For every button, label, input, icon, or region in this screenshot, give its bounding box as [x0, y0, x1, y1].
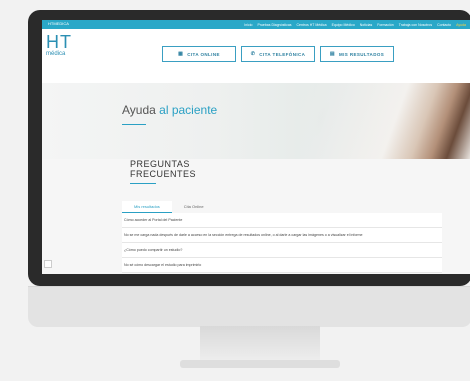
cita-telefonica-label: CITA TELEFÓNICA — [259, 51, 306, 57]
cita-online-button[interactable]: ▦ CITA ONLINE — [162, 46, 236, 62]
faq-underline — [130, 183, 156, 184]
nav-item-noticias[interactable]: Noticias — [360, 23, 372, 27]
faq-title: PREGUNTAS FRECUENTES — [130, 159, 197, 179]
hero-banner: Ayuda al paciente — [42, 83, 470, 159]
page-title: Ayuda al paciente — [122, 103, 218, 117]
faq-question[interactable]: Cómo acceder al Portal del Paciente — [122, 213, 442, 228]
monitor-stand — [200, 326, 320, 362]
hero-photo — [300, 83, 470, 159]
cita-online-label: CITA ONLINE — [187, 51, 220, 57]
monitor-chin — [28, 286, 470, 327]
faq-question-list: Cómo acceder al Portal del Paciente No s… — [122, 213, 442, 273]
quick-actions: ▦ CITA ONLINE ✆ CITA TELEFÓNICA ▤ MIS RE… — [162, 46, 394, 62]
faq-question[interactable]: ¿Cómo puedo compartir un estudio? — [122, 243, 442, 258]
faq-tabs: Mis resultados Cita Online — [122, 201, 216, 213]
phone-icon: ✆ — [250, 51, 256, 57]
nav-item-inicio[interactable]: Inicio — [244, 23, 252, 27]
faq-question[interactable]: No se me carga nada después de darle a a… — [122, 228, 442, 243]
cita-telefonica-button[interactable]: ✆ CITA TELEFÓNICA — [241, 46, 315, 62]
nav-item-pruebas[interactable]: Pruebas Diagnósticas — [257, 23, 291, 27]
monitor-stand-foot — [180, 360, 340, 368]
calendar-icon: ▦ — [178, 51, 184, 57]
nav-item-formacion[interactable]: Formación — [377, 23, 394, 27]
document-icon: ▤ — [329, 51, 335, 57]
nav-item-equipo[interactable]: Equipo Médico — [332, 23, 355, 27]
tab-mis-resultados[interactable]: Mis resultados — [122, 201, 172, 213]
top-navigation-bar: HTMEDICA Inicio Pruebas Diagnósticas Cen… — [42, 20, 470, 29]
site-header: HT médica ▦ CITA ONLINE ✆ CITA TELEFÓNIC… — [42, 29, 470, 83]
mis-resultados-button[interactable]: ▤ MIS RESULTADOS — [320, 46, 394, 62]
mis-resultados-label: MIS RESULTADOS — [338, 51, 385, 57]
logo-medica: médica — [46, 51, 66, 57]
top-nav: Inicio Pruebas Diagnósticas Centros HT M… — [244, 20, 466, 29]
title-underline — [122, 124, 146, 125]
side-widget-icon[interactable] — [44, 260, 52, 268]
top-brand: HTMEDICA — [48, 21, 69, 26]
nav-item-contacto[interactable]: Contacto — [437, 23, 451, 27]
website-screen: HTMEDICA Inicio Pruebas Diagnósticas Cen… — [42, 20, 470, 274]
ht-medica-logo[interactable]: HT médica — [46, 33, 72, 58]
faq-question[interactable]: No sé cómo descargar el estudio para imp… — [122, 258, 442, 273]
logo-ht: HT — [46, 32, 72, 52]
nav-item-centros[interactable]: Centros HT Médica — [297, 23, 327, 27]
nav-item-trabaja[interactable]: Trabaja con Nosotros — [399, 23, 432, 27]
faq-section: PREGUNTAS FRECUENTES Mis resultados Cita … — [42, 159, 470, 274]
tab-cita-online[interactable]: Cita Online — [171, 201, 216, 213]
nav-item-ayuda[interactable]: Ayuda — [456, 23, 466, 27]
